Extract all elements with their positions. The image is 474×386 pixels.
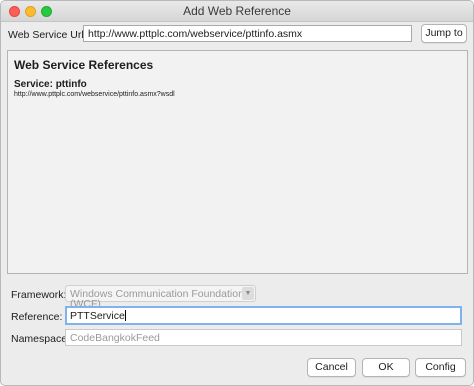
- title-bar: Add Web Reference: [1, 1, 473, 22]
- web-service-url-label: Web Service Url:: [8, 29, 87, 41]
- framework-label: Framework:: [11, 289, 67, 301]
- reference-label: Reference:: [11, 311, 63, 323]
- namespace-input[interactable]: CodeBangkokFeed: [65, 329, 462, 346]
- text-caret: [124, 310, 126, 321]
- service-name: Service: pttinfo: [14, 79, 87, 90]
- service-wsdl-link[interactable]: http://www.pttplc.com/webservice/pttinfo…: [14, 91, 175, 98]
- web-service-url-input[interactable]: http://www.pttplc.com/webservice/pttinfo…: [83, 25, 412, 42]
- add-web-reference-dialog: Add Web Reference Web Service Url: http:…: [0, 0, 474, 386]
- window-title: Add Web Reference: [183, 4, 291, 18]
- jump-to-button[interactable]: Jump to: [421, 24, 467, 43]
- web-service-references-panel: Web Service References Service: pttinfo …: [7, 50, 468, 274]
- reference-input[interactable]: PTTService: [65, 306, 462, 325]
- config-button[interactable]: Config: [415, 358, 466, 377]
- ok-button[interactable]: OK: [362, 358, 410, 377]
- framework-select: Windows Communication Foundation (WCF) ▼: [65, 285, 256, 309]
- reference-input-value: PTTService: [70, 310, 125, 322]
- namespace-label: Namespace:: [11, 333, 70, 345]
- cancel-button[interactable]: Cancel: [307, 358, 356, 377]
- references-heading: Web Service References: [14, 58, 154, 72]
- chevron-down-icon: ▼: [242, 287, 254, 300]
